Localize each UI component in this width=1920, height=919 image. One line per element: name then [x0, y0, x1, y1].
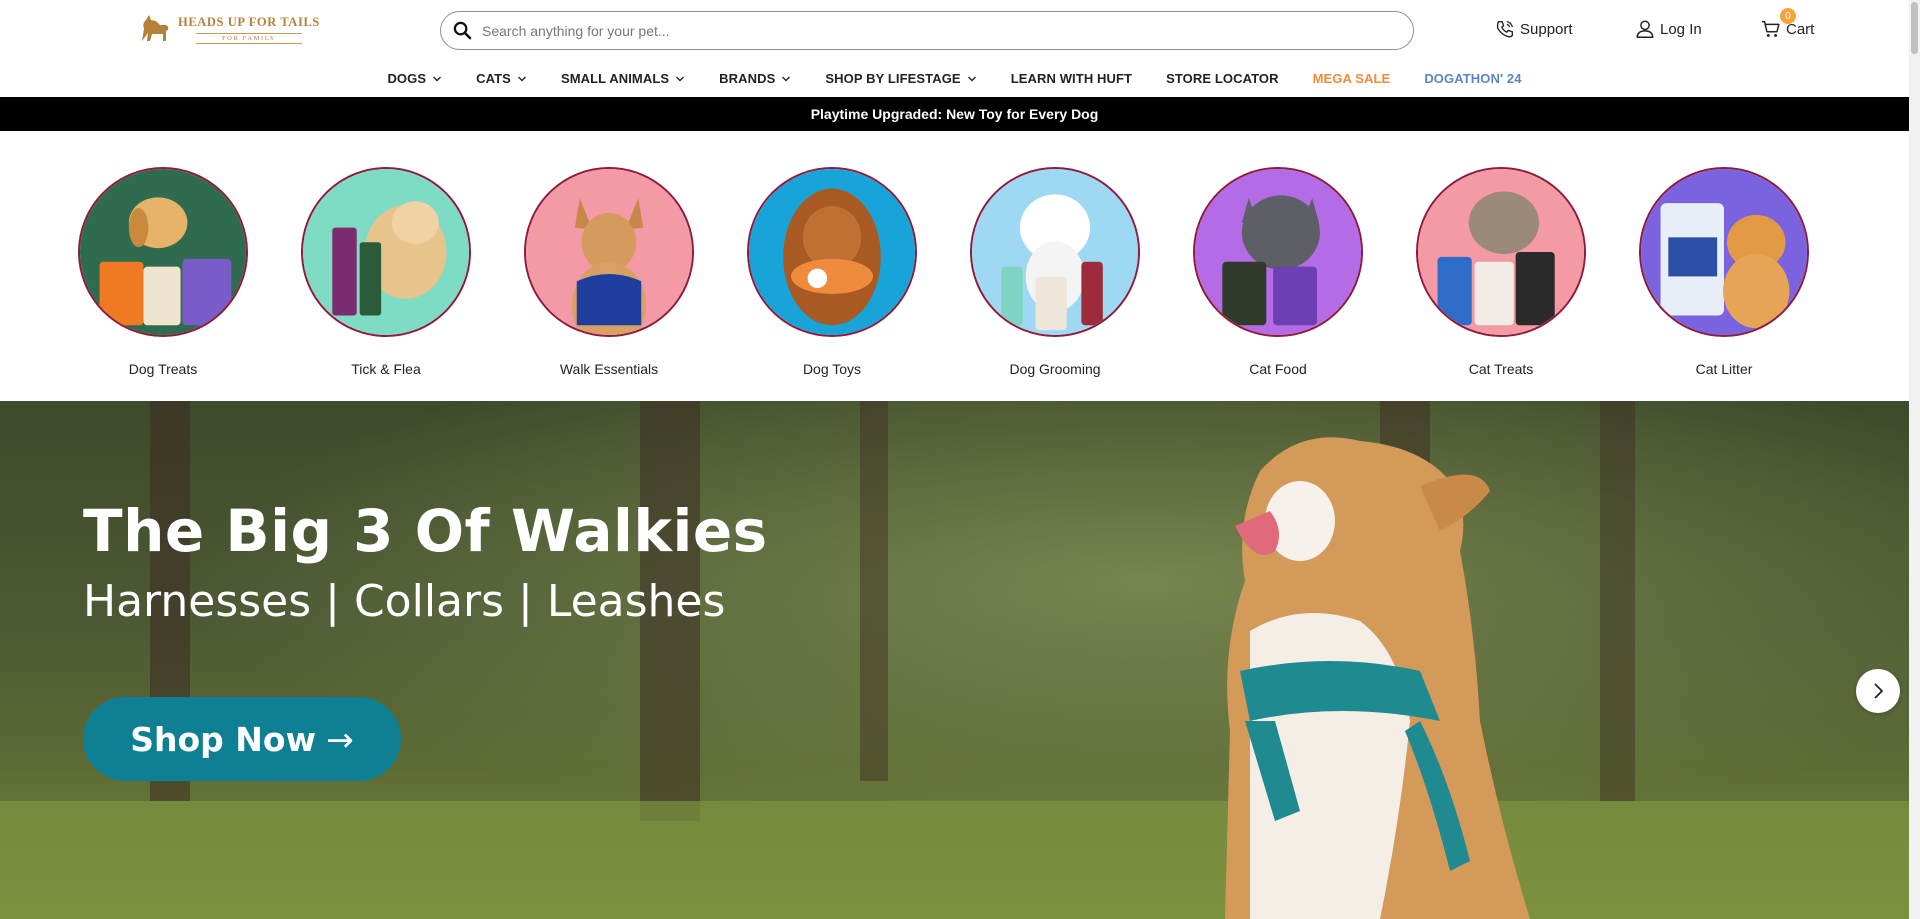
- nav-item-label: LEARN WITH HUFT: [1010, 71, 1133, 86]
- search-icon: [453, 21, 472, 40]
- announcement-text: Playtime Upgraded: New Toy for Every Dog: [810, 106, 1099, 122]
- announcement-bar[interactable]: Playtime Upgraded: New Toy for Every Dog: [0, 97, 1909, 131]
- nav-item-small-animals[interactable]: SMALL ANIMALS: [544, 71, 702, 86]
- dog-toys-image: [749, 169, 915, 335]
- nav-item-label: SMALL ANIMALS: [560, 71, 670, 86]
- search-bar[interactable]: [440, 11, 1414, 50]
- nav-item-label: DOGATHON' 24: [1424, 71, 1522, 86]
- cat-food-image: [1195, 169, 1361, 335]
- user-icon: [1636, 20, 1654, 38]
- category-tick-flea[interactable]: Tick & Flea: [301, 167, 471, 377]
- hero-subtitle: Harnesses | Collars | Leashes: [83, 576, 726, 627]
- nav-item-label: DOGS: [387, 71, 427, 86]
- category-label: Walk Essentials: [559, 361, 659, 377]
- category-label: Cat Litter: [1695, 361, 1753, 377]
- category-dog-grooming[interactable]: Dog Grooming: [970, 167, 1140, 377]
- category-image: [78, 167, 248, 337]
- nav-item-label: SHOP BY LIFESTAGE: [825, 71, 961, 86]
- main-nav: DOGS CATS SMALL ANIMALS BRANDS SHOP BY L…: [0, 60, 1909, 97]
- category-cat-litter[interactable]: Cat Litter: [1639, 167, 1809, 377]
- nav-item-mega-sale[interactable]: MEGA SALE: [1296, 71, 1408, 86]
- cat-litter-image: [1641, 169, 1807, 335]
- page-scrollbar[interactable]: [1909, 0, 1920, 919]
- dog-treats-image: [80, 169, 246, 335]
- category-label: Cat Treats: [1468, 361, 1534, 377]
- category-label: Dog Treats: [128, 361, 198, 377]
- nav-item-store-locator[interactable]: STORE LOCATOR: [1149, 71, 1296, 86]
- cart-icon: [1761, 20, 1780, 37]
- walk-essentials-image: [526, 169, 692, 335]
- nav-item-learn-with-huft[interactable]: LEARN WITH HUFT: [994, 71, 1149, 86]
- category-image: [970, 167, 1140, 337]
- carousel-next-button[interactable]: [1856, 669, 1900, 713]
- chevron-down-icon: [517, 76, 526, 81]
- category-label: Cat Food: [1249, 361, 1307, 377]
- category-label: Tick & Flea: [351, 361, 421, 377]
- category-cat-treats[interactable]: Cat Treats: [1416, 167, 1586, 377]
- category-image: [301, 167, 471, 337]
- cart-count-badge: 0: [1780, 8, 1796, 24]
- category-cat-food[interactable]: Cat Food: [1193, 167, 1363, 377]
- shop-now-label: Shop Now: [130, 719, 317, 759]
- support-link[interactable]: Support: [1494, 18, 1573, 40]
- nav-item-label: CATS: [476, 71, 511, 86]
- logo-wordmark: HEADS UP FOR TAILS: [178, 14, 320, 29]
- support-label: Support: [1520, 20, 1573, 38]
- nav-item-shop-by-lifestage[interactable]: SHOP BY LIFESTAGE: [808, 71, 993, 86]
- category-image: [747, 167, 917, 337]
- category-image: [1639, 167, 1809, 337]
- login-link[interactable]: Log In: [1634, 18, 1702, 40]
- hero-title: The Big 3 Of Walkies: [83, 497, 768, 565]
- chevron-down-icon: [782, 76, 791, 81]
- chevron-down-icon: [433, 76, 442, 81]
- nav-item-brands[interactable]: BRANDS: [702, 71, 808, 86]
- nav-item-cats[interactable]: CATS: [459, 71, 544, 86]
- shop-now-button[interactable]: Shop Now →: [83, 697, 401, 781]
- arrow-right-icon: →: [326, 719, 354, 759]
- search-input[interactable]: [482, 22, 1382, 39]
- category-strip: Dog Treats Tick & Flea Walk Essentials D…: [0, 131, 1909, 401]
- dog-logo-icon: [142, 15, 169, 41]
- hero-background-image: [0, 401, 1909, 919]
- tick-flea-image: [303, 169, 469, 335]
- category-walk-essentials[interactable]: Walk Essentials: [524, 167, 694, 377]
- chevron-down-icon: [676, 76, 685, 81]
- category-image: [524, 167, 694, 337]
- chevron-right-icon: [1874, 683, 1884, 699]
- category-label: Dog Grooming: [1009, 361, 1101, 377]
- category-image: [1193, 167, 1363, 337]
- brand-logo[interactable]: HEADS UP FOR TAILS FOR FAMILY: [136, 9, 341, 49]
- login-label: Log In: [1660, 20, 1702, 38]
- cat-treats-image: [1418, 169, 1584, 335]
- phone-icon: [1496, 20, 1514, 38]
- scrollbar-thumb[interactable]: [1911, 2, 1918, 54]
- cart-link[interactable]: 0 Cart: [1760, 8, 1814, 40]
- nav-item-label: MEGA SALE: [1312, 71, 1391, 86]
- dog-grooming-image: [972, 169, 1138, 335]
- category-label: Dog Toys: [802, 361, 862, 377]
- category-image: [1416, 167, 1586, 337]
- category-dog-treats[interactable]: Dog Treats: [78, 167, 248, 377]
- nav-item-dogs[interactable]: DOGS: [370, 71, 459, 86]
- nav-item-label: STORE LOCATOR: [1166, 71, 1279, 86]
- category-dog-toys[interactable]: Dog Toys: [747, 167, 917, 377]
- chevron-down-icon: [967, 76, 976, 81]
- nav-item-dogathon[interactable]: DOGATHON' 24: [1407, 71, 1538, 86]
- hero-banner: The Big 3 Of Walkies Harnesses | Collars…: [0, 401, 1909, 919]
- logo-tagline: FOR FAMILY: [195, 32, 303, 44]
- nav-item-label: BRANDS: [719, 71, 776, 86]
- site-header: HEADS UP FOR TAILS FOR FAMILY Support Lo…: [0, 0, 1909, 60]
